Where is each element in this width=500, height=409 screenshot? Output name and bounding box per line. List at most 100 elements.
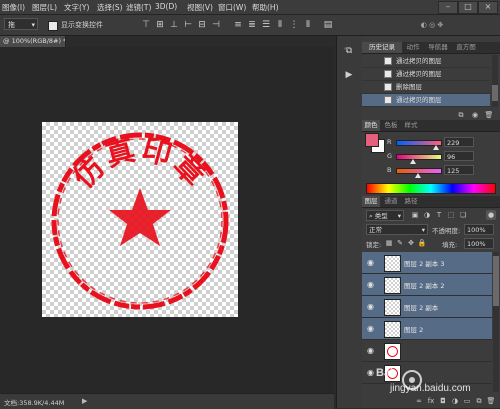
lock-all-icon[interactable]: 🔒 [417, 238, 427, 248]
history-item[interactable]: 通过拷贝的图层 [362, 68, 490, 81]
tab-styles[interactable]: 样式 [402, 120, 420, 131]
layer-name[interactable]: 图层 2 [404, 324, 423, 334]
layer-row[interactable]: ◉ 图层 2 [362, 318, 492, 340]
layer-row[interactable]: ◉ 图层 2 副本 [362, 296, 492, 318]
distribute-bottom-icon[interactable]: ☰ [260, 19, 272, 31]
lock-transparency-icon[interactable]: ▦ [384, 238, 394, 248]
blend-mode-select[interactable]: 正常 ▾ [366, 224, 428, 235]
lock-position-icon[interactable]: ✥ [406, 238, 416, 248]
tab-layers[interactable]: 图层 [362, 196, 380, 207]
channel-b-label: B [387, 166, 392, 174]
minimize-button[interactable]: – [438, 1, 458, 14]
channel-g-knob[interactable] [409, 159, 416, 164]
tab-paths[interactable]: 路径 [402, 196, 420, 207]
actions-panel-icon[interactable]: ▶ [342, 68, 356, 82]
distribute-right-icon[interactable]: ⦀ [302, 19, 314, 31]
eye-icon[interactable]: ◉ [367, 324, 374, 333]
close-button[interactable]: × [478, 1, 498, 14]
foreground-color-swatch[interactable] [365, 133, 379, 147]
layer-row[interactable]: ◉ [362, 340, 492, 362]
filter-smart-object-icon[interactable]: ❏ [458, 210, 468, 220]
filter-shape-icon[interactable]: ⬚ [446, 210, 456, 220]
layer-name[interactable]: 图层 2 副本 [404, 302, 438, 312]
fill-label: 填充: [442, 241, 458, 249]
layer-filter-select[interactable]: ⌕ 类型 ▾ [366, 210, 404, 221]
trash-icon[interactable]: 🗑 [484, 110, 494, 120]
show-transform-checkbox[interactable] [48, 21, 58, 31]
distribute-hcenter-icon[interactable]: ⋮ [288, 19, 300, 31]
menu-3d[interactable]: 3D(D) [155, 2, 177, 11]
tab-actions[interactable]: 动作 [402, 42, 424, 53]
align-left-icon[interactable]: ⊢ [182, 19, 194, 31]
channel-b-value[interactable]: 125 [444, 165, 474, 175]
artboard[interactable]: 仿真印章 [42, 122, 238, 317]
history-item[interactable]: 通过拷贝的图层 [362, 94, 490, 107]
eye-icon[interactable]: ◉ [367, 258, 374, 267]
collapse-icon[interactable]: « [338, 42, 352, 56]
align-bottom-icon[interactable]: ⊥ [168, 19, 180, 31]
history-item-icon [384, 70, 392, 78]
snapshot-icon[interactable]: ◉ [470, 110, 480, 120]
history-item-label: 删除图层 [396, 83, 422, 91]
eye-icon[interactable]: ◉ [367, 280, 374, 289]
menu-filter[interactable]: 滤镜(T) [126, 2, 151, 13]
channel-b-knob[interactable] [414, 173, 421, 178]
distribute-top-icon[interactable]: ≡ [232, 19, 244, 31]
filter-toggle-icon[interactable]: ● [486, 210, 496, 220]
history-item-label: 通过拷贝的图层 [396, 96, 442, 104]
mode-select-value: 拖 [8, 21, 15, 29]
filter-pixel-icon[interactable]: ▣ [410, 210, 420, 220]
layer-row[interactable]: ◉ 图层 2 副本 3 [362, 252, 492, 274]
layers-scroll-thumb[interactable] [493, 256, 499, 306]
tab-color[interactable]: 颜色 [362, 120, 380, 131]
channel-g-value[interactable]: 96 [444, 151, 474, 161]
history-item[interactable]: 删除图层 [362, 81, 490, 94]
menu-image[interactable]: 图像(I) [2, 2, 25, 13]
history-item[interactable]: 通过拷贝的图层 [362, 55, 490, 68]
tab-swatches[interactable]: 色板 [382, 120, 400, 131]
layers-panel-tabs: 图层 通道 路径 [362, 196, 500, 208]
layer-name[interactable]: 图层 2 副本 3 [404, 258, 444, 268]
layer-row[interactable]: ◉ 图层 2 副本 2 [362, 274, 492, 296]
menu-type[interactable]: 文字(Y) [64, 2, 89, 13]
history-scrollbar[interactable] [492, 55, 498, 107]
status-menu-arrow-icon[interactable]: ▶ [82, 397, 87, 405]
layer-name[interactable]: 图层 2 副本 2 [404, 280, 444, 290]
options-bar: 拖 ▾ 显示变换控件 ⊤ ⊞ ⊥ ⊢ ⊟ ⊣ ≡ ≣ ☰ ⫴ ⋮ ⦀ ▤ ◐ ◎… [0, 15, 500, 36]
document-tab[interactable]: @ 100%(RGB/8#) * × [0, 36, 66, 47]
filter-adjustment-icon[interactable]: ◑ [422, 210, 432, 220]
tab-navigator[interactable]: 导航器 [424, 42, 452, 53]
align-top-icon[interactable]: ⊤ [140, 19, 152, 31]
align-right-icon[interactable]: ⊣ [210, 19, 222, 31]
eye-icon[interactable]: ◉ [367, 346, 374, 355]
menu-window[interactable]: 窗口(W) [218, 2, 246, 13]
distribute-left-icon[interactable]: ⫴ [274, 19, 286, 31]
fill-input[interactable]: 100% [464, 238, 494, 249]
distribute-vcenter-icon[interactable]: ≣ [246, 19, 258, 31]
history-scroll-thumb[interactable] [492, 85, 498, 101]
tab-history[interactable]: 历史记录 [362, 42, 402, 53]
color-spectrum-bar[interactable] [366, 183, 496, 194]
baidu-watermark-logo: Bai jingyan.baidu.com [368, 360, 500, 400]
mode-3d-icons[interactable]: ◐ ◎ ✥ [412, 19, 452, 31]
menu-view[interactable]: 视图(V) [187, 2, 213, 13]
align-vcenter-icon[interactable]: ⊞ [154, 19, 166, 31]
menu-select[interactable]: 选择(S) [97, 2, 123, 13]
menu-layer[interactable]: 图层(L) [32, 2, 57, 13]
mode-select[interactable]: 拖 ▾ [4, 18, 38, 30]
channel-r-label: R [387, 138, 392, 146]
channel-r-knob[interactable] [432, 145, 439, 150]
menu-help[interactable]: 帮助(H) [252, 2, 279, 13]
channel-r-value[interactable]: 229 [444, 137, 474, 147]
align-hcenter-icon[interactable]: ⊟ [196, 19, 208, 31]
eye-icon[interactable]: ◉ [367, 302, 374, 311]
lock-pixels-icon[interactable]: ✎ [395, 238, 405, 248]
auto-align-icon[interactable]: ▤ [322, 19, 334, 31]
opacity-input[interactable]: 100% [464, 224, 494, 235]
filter-type-icon[interactable]: T [434, 210, 444, 220]
new-document-from-state-icon[interactable]: ⧉ [456, 110, 466, 120]
tab-histogram[interactable]: 直方图 [452, 42, 480, 53]
channel-g-slider[interactable] [396, 154, 442, 160]
tab-channels[interactable]: 通道 [382, 196, 400, 207]
maximize-button[interactable]: □ [458, 1, 478, 14]
